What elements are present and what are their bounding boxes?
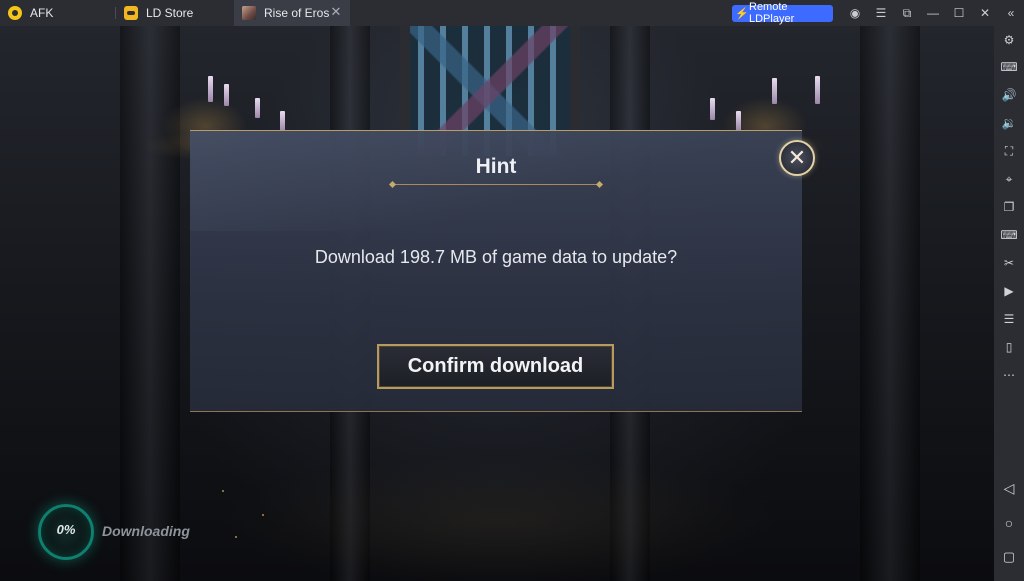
hint-dialog: Hint Download 198.7 MB of game data to u… [190, 130, 802, 412]
candle [772, 78, 777, 104]
recent-apps-icon[interactable]: ▢ [994, 546, 1024, 568]
back-icon[interactable]: ◁ [994, 477, 1024, 499]
keymap-icon[interactable]: ⌨ [994, 224, 1024, 246]
ldplayer-window: AFK LD Store Rise of Eros ✕ ⚡ Remote LDP… [0, 0, 1024, 581]
tab-close-icon[interactable]: ✕ [329, 5, 343, 19]
tab-label: Rise of Eros [264, 6, 330, 20]
title-divider [393, 184, 599, 185]
title-bar: AFK LD Store Rise of Eros ✕ ⚡ Remote LDP… [0, 0, 1024, 26]
rise-of-eros-icon [242, 6, 256, 20]
fullscreen-icon[interactable]: ⛶ [994, 140, 1024, 162]
confirm-download-button[interactable]: Confirm download [377, 344, 614, 389]
record-video-icon[interactable]: ▶ [994, 280, 1024, 302]
dialog-message: Download 198.7 MB of game data to update… [314, 247, 678, 267]
ld-store-icon [124, 6, 138, 20]
candle [815, 76, 820, 104]
maximize-icon[interactable]: ☐ [946, 0, 972, 26]
tab-ld-store[interactable]: LD Store [116, 0, 234, 26]
dialog-title: Hint [475, 155, 517, 178]
tab-label: LD Store [146, 6, 194, 20]
multi-instance-icon[interactable]: ❐ [994, 196, 1024, 218]
window-controls: ⚡ Remote LDPlayer ◉ ☰ ⧉ — ☐ ✕ « [732, 0, 1024, 26]
close-window-icon[interactable]: ✕ [972, 0, 998, 26]
candle [280, 111, 285, 131]
minimize-icon[interactable]: — [920, 0, 946, 26]
candle [710, 98, 715, 120]
spark [222, 490, 224, 492]
restore-window-icon[interactable]: ⧉ [894, 0, 920, 26]
sync-icon[interactable]: ▯ [994, 336, 1024, 358]
tab-afk[interactable]: AFK [0, 0, 116, 26]
volume-up-icon[interactable]: 🔊 [994, 84, 1024, 106]
keyboard-mapping-icon[interactable]: ⌨ [994, 56, 1024, 78]
menu-icon[interactable]: ☰ [868, 0, 894, 26]
spark [262, 514, 264, 516]
remote-ldplayer-label: Remote LDPlayer [749, 1, 795, 25]
floor-light [220, 456, 780, 581]
settings-icon[interactable]: ⚙ [994, 29, 1024, 51]
tab-label: AFK [30, 6, 54, 20]
candle [208, 76, 213, 102]
progress-percent: 0% [56, 522, 76, 537]
download-status: Downloading [102, 523, 190, 539]
candle [736, 111, 741, 131]
account-icon[interactable]: ◉ [842, 0, 868, 26]
emulator-sidebar: ⚙ ⌨ 🔊 🔉 ⛶ ⌖ ❐ ⌨ ✂ ▶ ☰ ▯ ⋯ ◁ ○ ▢ [994, 26, 1024, 581]
scissors-icon[interactable]: ✂ [994, 252, 1024, 274]
volume-down-icon[interactable]: 🔉 [994, 112, 1024, 134]
background-pillar [860, 26, 920, 581]
remote-ldplayer-button[interactable]: ⚡ Remote LDPlayer [732, 1, 833, 25]
spark [235, 536, 237, 538]
lightning-icon: ⚡ [735, 7, 749, 20]
collapse-sidebar-icon[interactable]: « [998, 0, 1024, 26]
location-icon[interactable]: ⌖ [994, 168, 1024, 190]
tab-rise-of-eros[interactable]: Rise of Eros ✕ [234, 0, 350, 26]
candle [255, 98, 260, 118]
operation-record-icon[interactable]: ☰ [994, 308, 1024, 330]
more-icon[interactable]: ⋯ [994, 364, 1024, 386]
home-icon[interactable]: ○ [994, 512, 1024, 534]
afk-app-icon [8, 6, 22, 20]
candle [224, 84, 229, 106]
close-dialog-icon[interactable]: ✕ [779, 140, 815, 176]
